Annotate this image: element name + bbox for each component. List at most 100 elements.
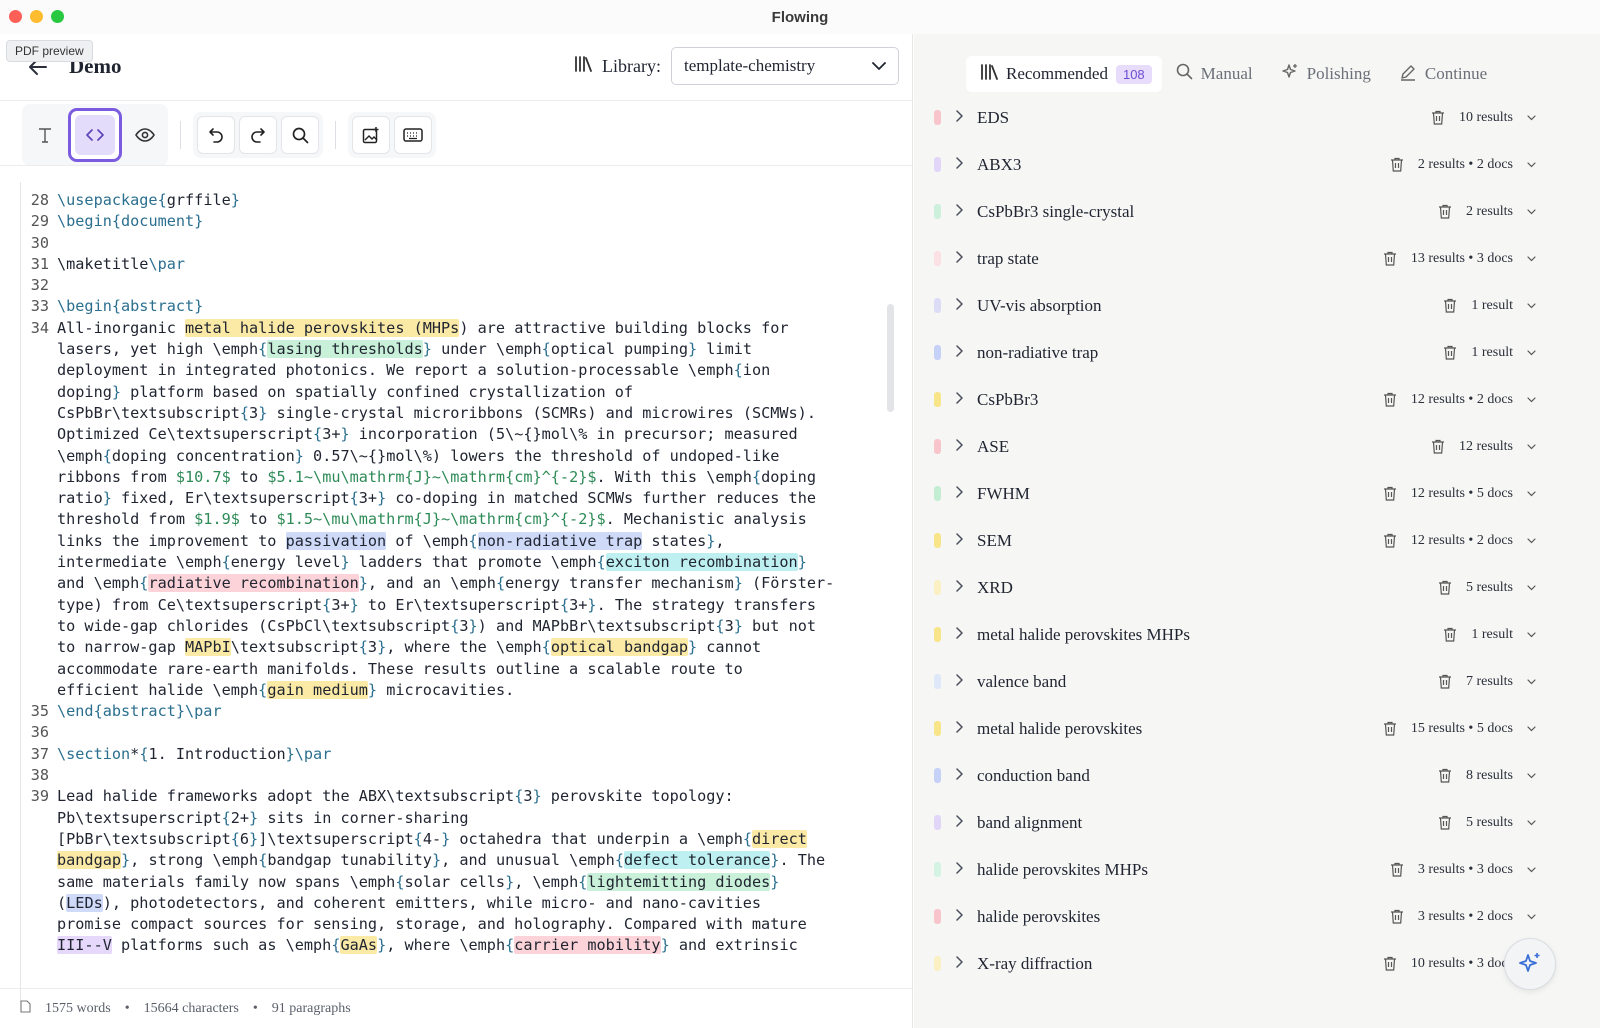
code-line: Pb\textsuperscript{2+} sits in corner-sh… xyxy=(21,808,900,829)
trash-icon[interactable] xyxy=(1438,580,1452,595)
trash-icon[interactable] xyxy=(1383,956,1397,971)
insert-image-button[interactable] xyxy=(352,116,390,154)
chevron-right-icon[interactable] xyxy=(955,486,963,501)
chevron-down-icon[interactable] xyxy=(1527,298,1536,314)
trash-icon[interactable] xyxy=(1390,862,1404,877)
chevron-down-icon[interactable] xyxy=(1527,392,1536,408)
chevron-right-icon[interactable] xyxy=(955,345,963,360)
trash-icon[interactable] xyxy=(1443,345,1457,360)
term-row[interactable]: halide perovskites MHPs 3 results • 3 doc… xyxy=(924,846,1536,893)
separator: • xyxy=(124,1000,130,1016)
close-button[interactable] xyxy=(9,10,22,23)
trash-icon[interactable] xyxy=(1383,721,1397,736)
trash-icon[interactable] xyxy=(1383,486,1397,501)
chevron-right-icon[interactable] xyxy=(955,392,963,407)
tab-continue[interactable]: Continue xyxy=(1385,56,1501,92)
chevron-right-icon[interactable] xyxy=(955,862,963,877)
chevron-down-icon[interactable] xyxy=(1527,862,1536,878)
tab-polishing[interactable]: Polishing xyxy=(1267,56,1385,92)
code-text: same materials family now spans \emph{so… xyxy=(57,872,780,891)
search-button[interactable] xyxy=(281,116,319,154)
term-row[interactable]: EDS 10 results xyxy=(924,94,1536,141)
term-row[interactable]: X-ray diffraction 10 results • 3 docs xyxy=(924,940,1536,987)
chevron-right-icon[interactable] xyxy=(955,956,963,971)
chevron-down-icon[interactable] xyxy=(1527,486,1536,502)
chevron-right-icon[interactable] xyxy=(955,815,963,830)
chevron-right-icon[interactable] xyxy=(955,674,963,689)
trash-icon[interactable] xyxy=(1383,533,1397,548)
chevron-down-icon[interactable] xyxy=(1527,815,1536,831)
trash-icon[interactable] xyxy=(1431,439,1445,454)
chevron-right-icon[interactable] xyxy=(955,204,963,219)
chevron-down-icon[interactable] xyxy=(1527,721,1536,737)
term-row[interactable]: UV-vis absorption 1 result xyxy=(924,282,1536,329)
code-text: intermediate \emph{energy level} ladders… xyxy=(57,553,807,572)
chevron-down-icon[interactable] xyxy=(1527,439,1536,455)
chevron-right-icon[interactable] xyxy=(955,110,963,125)
chevron-down-icon[interactable] xyxy=(1527,768,1536,784)
chevron-down-icon[interactable] xyxy=(1527,110,1536,126)
undo-button[interactable] xyxy=(197,116,235,154)
term-row[interactable]: band alignment 5 results xyxy=(924,799,1536,846)
trash-icon[interactable] xyxy=(1383,392,1397,407)
term-row[interactable]: CsPbBr3 12 results • 2 docs xyxy=(924,376,1536,423)
chevron-down-icon[interactable] xyxy=(1527,204,1536,220)
zoom-button[interactable] xyxy=(51,10,64,23)
trash-icon[interactable] xyxy=(1438,204,1452,219)
tab-recommended[interactable]: Recommended 108 xyxy=(966,56,1162,92)
library-dropdown[interactable]: template-chemistry xyxy=(670,47,899,85)
tab-manual[interactable]: Manual xyxy=(1162,56,1267,92)
term-row[interactable]: valence band 7 results xyxy=(924,658,1536,705)
chevron-down-icon[interactable] xyxy=(1527,157,1536,173)
trash-icon[interactable] xyxy=(1431,110,1445,125)
term-row[interactable]: metal halide perovskites MHPs 1 result xyxy=(924,611,1536,658)
chevron-down-icon[interactable] xyxy=(1527,909,1536,925)
term-row[interactable]: FWHM 12 results • 5 docs xyxy=(924,470,1536,517)
term-row[interactable]: conduction band 8 results xyxy=(924,752,1536,799)
trash-icon[interactable] xyxy=(1443,627,1457,642)
term-row[interactable]: SEM 12 results • 2 docs xyxy=(924,517,1536,564)
minimize-button[interactable] xyxy=(30,10,43,23)
preview-mode-button[interactable] xyxy=(126,116,164,154)
code-text: (LEDs), photodetectors, and coherent emi… xyxy=(57,893,762,912)
text-mode-button[interactable] xyxy=(26,116,64,154)
redo-button[interactable] xyxy=(239,116,277,154)
chevron-right-icon[interactable] xyxy=(955,768,963,783)
term-row[interactable]: metal halide perovskites 15 results • 5 d… xyxy=(924,705,1536,752)
trash-icon[interactable] xyxy=(1443,298,1457,313)
term-row[interactable]: CsPbBr3 single-crystal 2 results xyxy=(924,188,1536,235)
chevron-right-icon[interactable] xyxy=(955,251,963,266)
chevron-right-icon[interactable] xyxy=(955,721,963,736)
term-meta: 2 results xyxy=(1438,204,1536,220)
chevron-right-icon[interactable] xyxy=(955,533,963,548)
chevron-right-icon[interactable] xyxy=(955,298,963,313)
term-row[interactable]: ASE 12 results xyxy=(924,423,1536,470)
trash-icon[interactable] xyxy=(1390,157,1404,172)
chevron-down-icon[interactable] xyxy=(1527,345,1536,361)
chevron-down-icon[interactable] xyxy=(1527,533,1536,549)
term-row[interactable]: XRD 5 results xyxy=(924,564,1536,611)
chevron-right-icon[interactable] xyxy=(955,157,963,172)
term-row[interactable]: halide perovskites 3 results • 2 docs xyxy=(924,893,1536,940)
trash-icon[interactable] xyxy=(1390,909,1404,924)
term-row[interactable]: trap state 13 results • 3 docs xyxy=(924,235,1536,282)
trash-icon[interactable] xyxy=(1383,251,1397,266)
chevron-down-icon[interactable] xyxy=(1527,674,1536,690)
ai-assistant-button[interactable] xyxy=(1504,938,1556,990)
trash-icon[interactable] xyxy=(1438,815,1452,830)
term-row[interactable]: ABX3 2 results • 2 docs xyxy=(924,141,1536,188)
chevron-right-icon[interactable] xyxy=(955,580,963,595)
keyboard-button[interactable] xyxy=(394,116,432,154)
trash-icon[interactable] xyxy=(1438,674,1452,689)
code-editor[interactable]: 28 \usepackage{grffile} 29 \begin{document}… xyxy=(20,182,900,1002)
chevron-down-icon[interactable] xyxy=(1527,580,1536,596)
term-row[interactable]: non-radiative trap 1 result xyxy=(924,329,1536,376)
chevron-right-icon[interactable] xyxy=(955,439,963,454)
trash-icon[interactable] xyxy=(1438,768,1452,783)
chevron-right-icon[interactable] xyxy=(955,627,963,642)
chevron-right-icon[interactable] xyxy=(955,909,963,924)
editor-scrollbar[interactable] xyxy=(887,304,894,412)
code-mode-button[interactable] xyxy=(68,108,122,162)
chevron-down-icon[interactable] xyxy=(1527,251,1536,267)
chevron-down-icon[interactable] xyxy=(1527,627,1536,643)
